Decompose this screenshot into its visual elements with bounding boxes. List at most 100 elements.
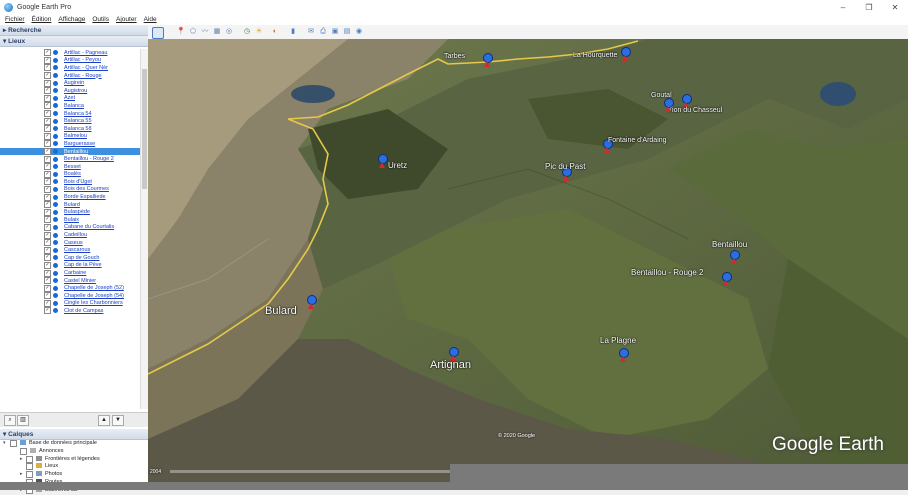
place-row[interactable]: ✓ Artillac - Quer Nèr <box>0 64 140 72</box>
place-label[interactable]: Besset <box>64 164 81 170</box>
place-checkbox[interactable]: ✓ <box>44 269 51 277</box>
place-row[interactable]: ✓ Azet <box>0 94 140 103</box>
layer-checkbox[interactable] <box>26 463 33 471</box>
place-label[interactable]: Artillac - Quer Nèr <box>64 65 108 71</box>
place-checkbox[interactable]: ✓ <box>44 102 51 110</box>
place-label[interactable]: Balanca 55 <box>64 118 92 124</box>
place-label[interactable]: Artillac - Peyou <box>64 57 101 63</box>
polygon-icon[interactable]: ⬠ <box>188 27 198 37</box>
place-checkbox[interactable]: ✓ <box>44 284 51 292</box>
place-row[interactable]: ✓ Augistrou <box>0 87 140 95</box>
place-row[interactable]: ✓ Balanca 54 <box>0 110 140 118</box>
place-label[interactable]: Cascarous <box>64 247 90 253</box>
place-checkbox[interactable]: ✓ <box>44 110 51 118</box>
place-row[interactable]: ✓ Cap de Gouch <box>0 254 140 262</box>
place-row[interactable]: ✓ Boalès <box>0 170 140 179</box>
expand-icon[interactable]: ▸ <box>20 471 23 477</box>
placemark-tarbes[interactable] <box>482 53 493 67</box>
place-checkbox[interactable]: ✓ <box>44 132 51 140</box>
place-row[interactable]: ✓ Bulard <box>0 201 140 209</box>
place-row[interactable]: ✓ Clot de Campas <box>0 307 140 315</box>
place-label[interactable]: Bulaix <box>64 217 79 223</box>
place-label[interactable]: Caseus <box>64 240 83 246</box>
menu-fichier[interactable]: Fichier <box>5 16 25 23</box>
placemark-goutal[interactable] <box>663 98 674 112</box>
place-checkbox[interactable]: ✓ <box>44 292 51 300</box>
tour-icon[interactable]: ◎ <box>224 27 234 37</box>
menu-ajouter[interactable]: Ajouter <box>116 16 137 23</box>
places-section-header[interactable]: ▾ Lieux <box>0 36 148 47</box>
place-checkbox[interactable]: ✓ <box>44 185 51 193</box>
place-checkbox[interactable]: ✓ <box>44 277 51 285</box>
planet-icon[interactable]: ◐ <box>270 27 280 37</box>
place-label[interactable]: Borde Espalliede <box>64 194 106 200</box>
place-row[interactable]: ✓ Caseus <box>0 239 140 247</box>
place-label[interactable]: Boalès <box>64 171 81 177</box>
place-row[interactable]: ✓ Cascarous <box>0 246 140 254</box>
place-checkbox[interactable]: ✓ <box>44 64 51 72</box>
expand-icon[interactable]: ▾ <box>3 440 6 446</box>
place-label[interactable]: Bulaspède <box>64 209 90 215</box>
place-label[interactable]: Carbaine <box>64 270 86 276</box>
place-label[interactable]: Cadeillou <box>64 232 87 238</box>
maximize-button[interactable]: ❐ <box>856 0 882 14</box>
place-label[interactable]: Bentaillou <box>64 149 88 155</box>
place-checkbox[interactable]: ✓ <box>44 148 51 156</box>
place-label[interactable]: Augistrou <box>64 88 87 94</box>
place-checkbox[interactable]: ✓ <box>44 178 51 186</box>
place-checkbox[interactable]: ✓ <box>44 254 51 262</box>
place-label[interactable]: Cap de Gouch <box>64 255 99 261</box>
place-checkbox[interactable]: ✓ <box>44 261 51 269</box>
earth-icon[interactable]: ◉ <box>354 27 364 37</box>
place-label[interactable]: Balmelou <box>64 133 87 139</box>
layers-section-header[interactable]: ▾ Calques <box>0 429 151 440</box>
place-label[interactable]: Cap de la Pève <box>64 262 102 268</box>
layer-row[interactable]: ▾ Base de données principale <box>0 440 148 448</box>
placemark-la-hourquette[interactable] <box>620 47 631 61</box>
place-row[interactable]: ✓ Besset <box>0 163 140 171</box>
place-row[interactable]: ✓ Bois des Courmes <box>0 185 140 194</box>
placemark-bulard[interactable] <box>306 295 317 309</box>
minimize-button[interactable]: – <box>830 0 856 14</box>
place-label[interactable]: Chapelle de Joseph (52) <box>64 285 124 291</box>
place-row[interactable]: ✓ Chapelle de Joseph (52) <box>0 284 140 292</box>
layer-checkbox[interactable] <box>26 455 33 463</box>
maps-icon[interactable]: ▤ <box>342 27 352 37</box>
move-down-icon[interactable]: ▼ <box>112 415 124 426</box>
place-label[interactable]: Cingle les Charbonniers <box>64 300 123 306</box>
place-row[interactable]: ✓ Cap de la Pève <box>0 261 140 270</box>
placemark-bentaillou[interactable] <box>729 250 740 264</box>
placemark-bentaillou-rouge-2[interactable] <box>721 272 732 286</box>
search-icon[interactable]: ⌕ <box>4 415 16 426</box>
move-up-icon[interactable]: ▲ <box>98 415 110 426</box>
layer-checkbox[interactable] <box>20 447 27 455</box>
place-row[interactable]: ✓ Chapelle de Joseph (54) <box>0 292 140 300</box>
place-row[interactable]: ✓ Castel Minier <box>0 277 140 285</box>
scrollbar-thumb[interactable] <box>142 69 147 189</box>
place-checkbox[interactable]: ✓ <box>44 299 51 307</box>
layer-checkbox[interactable] <box>26 471 33 479</box>
place-checkbox[interactable]: ✓ <box>44 87 51 95</box>
place-checkbox[interactable]: ✓ <box>44 170 51 178</box>
historical-timebar[interactable] <box>170 470 450 473</box>
place-label[interactable]: Barguerasse <box>64 141 95 147</box>
place-checkbox[interactable]: ✓ <box>44 216 51 224</box>
place-row[interactable]: ✓ Bentaillou <box>0 147 140 156</box>
place-row[interactable]: ✓ Balanca 55 <box>0 117 140 125</box>
menu-affichage[interactable]: Affichage <box>58 16 85 23</box>
historical-imagery-icon[interactable]: ◷ <box>242 27 252 37</box>
place-row[interactable]: ✓ Balanca <box>0 102 140 110</box>
place-row[interactable]: ✓ Carbaine <box>0 269 140 277</box>
place-label[interactable]: Clot de Campas <box>64 308 103 314</box>
layer-row[interactable]: ▸ Photos <box>0 471 148 479</box>
search-section-header[interactable]: ▸ Recherche <box>0 25 148 36</box>
place-checkbox[interactable]: ✓ <box>44 307 51 315</box>
placemark-icon[interactable]: 📍 <box>176 27 186 37</box>
place-label[interactable]: Bulard <box>64 202 80 208</box>
place-row[interactable]: ✓ Bulaspède <box>0 208 140 216</box>
place-label[interactable]: Artillac - Rouge <box>64 73 102 79</box>
place-row[interactable]: ✓ Balmelou <box>0 132 140 141</box>
ruler-icon[interactable]: ▮ <box>288 27 298 37</box>
email-icon[interactable]: ✉ <box>306 27 316 37</box>
place-checkbox[interactable]: ✓ <box>44 155 51 163</box>
